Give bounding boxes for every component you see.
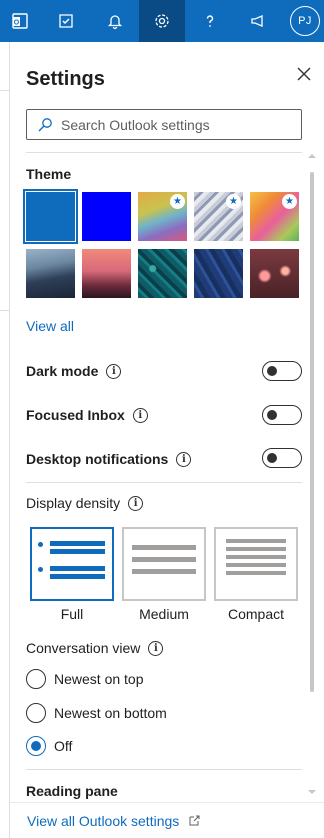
mail-list-edge — [0, 42, 10, 838]
premium-star-icon: ★ — [282, 194, 297, 209]
theme-heading: Theme — [26, 166, 72, 182]
info-icon[interactable]: i — [106, 363, 122, 379]
desktop-notifications-toggle[interactable] — [262, 448, 302, 468]
radio-button[interactable] — [26, 669, 46, 689]
top-app-bar: O PJ — [0, 0, 324, 42]
info-icon[interactable]: i — [128, 495, 144, 511]
theme-swatch-silver[interactable]: ★ — [194, 192, 243, 241]
theme-swatch-circuit[interactable] — [138, 249, 187, 298]
density-medium-label: Medium — [139, 606, 189, 622]
search-icon — [38, 117, 52, 131]
display-density-text: Display density — [26, 495, 121, 511]
close-icon[interactable] — [296, 66, 312, 82]
info-icon[interactable]: i — [176, 451, 192, 467]
view-all-settings-text: View all Outlook settings — [27, 813, 180, 829]
svg-text:O: O — [14, 20, 20, 27]
radio-label: Newest on bottom — [54, 705, 167, 721]
dark-mode-toggle[interactable] — [262, 361, 302, 381]
radio-newest-on-bottom[interactable]: Newest on bottom — [26, 703, 167, 723]
radio-button[interactable] — [26, 703, 46, 723]
desktop-notifications-text: Desktop notifications — [26, 451, 169, 467]
info-icon[interactable]: i — [132, 407, 148, 423]
settings-footer: View all Outlook settings — [10, 802, 324, 838]
view-all-settings-link[interactable]: View all Outlook settings — [27, 813, 200, 829]
premium-star-icon: ★ — [226, 194, 241, 209]
radio-newest-on-top[interactable]: Newest on top — [26, 669, 144, 689]
office-apps-icon[interactable]: O — [0, 0, 40, 42]
help-icon[interactable] — [190, 0, 230, 42]
conversation-view-label: Conversation view i — [26, 640, 164, 656]
theme-swatch-deep-blue[interactable] — [82, 192, 131, 241]
radio-label: Off — [54, 738, 73, 754]
dark-mode-label: Dark mode i — [26, 363, 122, 379]
open-external-icon — [189, 815, 200, 826]
info-icon[interactable]: i — [148, 640, 164, 656]
gear-icon[interactable] — [139, 0, 185, 42]
theme-swatch-lights[interactable] — [250, 249, 299, 298]
divider — [26, 482, 302, 483]
settings-title: Settings — [26, 68, 105, 90]
radio-label: Newest on top — [54, 671, 144, 687]
theme-swatch-aviation[interactable] — [194, 249, 243, 298]
search-input[interactable] — [61, 116, 291, 133]
dark-mode-text: Dark mode — [26, 363, 99, 379]
theme-swatch-rainbow[interactable]: ★ — [138, 192, 187, 241]
theme-swatch-blue[interactable] — [23, 189, 78, 244]
density-compact-option[interactable] — [214, 527, 298, 601]
density-medium-option[interactable] — [122, 527, 206, 601]
focused-inbox-toggle[interactable] — [262, 405, 302, 425]
megaphone-icon[interactable] — [238, 0, 278, 42]
scrollbar-thumb[interactable] — [310, 172, 314, 692]
premium-star-icon: ★ — [170, 194, 185, 209]
density-full-label: Full — [60, 606, 84, 622]
density-compact-label: Compact — [227, 606, 285, 622]
desktop-notifications-label: Desktop notifications i — [26, 451, 192, 467]
bell-icon[interactable] — [95, 0, 135, 42]
radio-button-selected[interactable] — [26, 736, 46, 756]
todo-icon[interactable] — [46, 0, 86, 42]
reading-pane-label: Reading pane — [26, 783, 118, 799]
view-all-themes-link[interactable]: View all — [26, 318, 74, 334]
theme-swatch-mountain[interactable] — [26, 249, 75, 298]
settings-panel: Settings Theme ★ ★ ★ View all Dark mode … — [10, 42, 324, 838]
conversation-view-text: Conversation view — [26, 640, 141, 656]
radio-off[interactable]: Off — [26, 736, 72, 756]
avatar[interactable]: PJ — [290, 6, 320, 36]
focused-inbox-label: Focused Inbox i — [26, 407, 148, 423]
density-full-option[interactable] — [30, 527, 114, 601]
display-density-label: Display density i — [26, 495, 144, 511]
settings-search-box[interactable] — [26, 109, 302, 140]
theme-swatch-floral[interactable]: ★ — [250, 192, 299, 241]
scroll-down-arrow-icon[interactable] — [308, 790, 316, 794]
scroll-up-arrow-icon[interactable] — [308, 154, 316, 158]
theme-swatch-palms[interactable] — [82, 249, 131, 298]
divider — [26, 152, 302, 153]
focused-inbox-text: Focused Inbox — [26, 407, 125, 423]
divider — [26, 769, 302, 770]
